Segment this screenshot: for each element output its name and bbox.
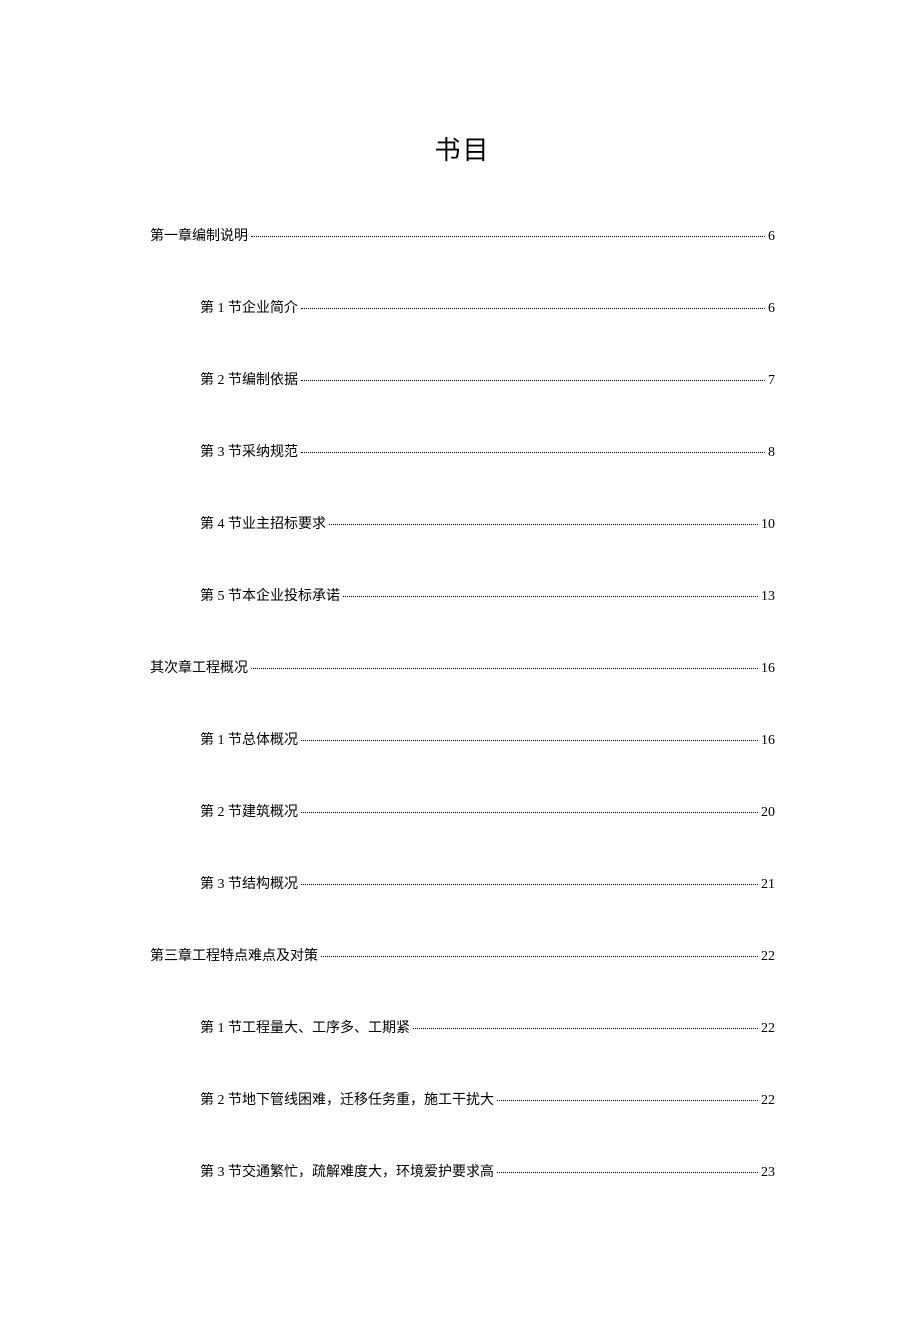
- toc-dots: [329, 524, 758, 525]
- toc-dots: [301, 812, 758, 813]
- toc-list: 第一章编制说明 6 第 1 节企业简介 6 第 2 节编制依据 7 第 3 节采…: [150, 225, 775, 1181]
- toc-entry: 第 3 节结构概况 21: [150, 873, 775, 893]
- toc-page: 10: [761, 517, 775, 533]
- toc-page: 22: [761, 949, 775, 965]
- toc-label: 其次章工程概况: [150, 657, 248, 677]
- toc-page: 8: [768, 445, 775, 461]
- toc-entry: 第 2 节地下管线困难，迁移任务重，施工干扰大 22: [150, 1089, 775, 1109]
- toc-entry: 第 3 节交通繁忙，疏解难度大，环境爱护要求高 23: [150, 1161, 775, 1181]
- toc-label: 第 2 节建筑概况: [200, 801, 298, 821]
- toc-dots: [497, 1172, 758, 1173]
- toc-page: 20: [761, 805, 775, 821]
- toc-page: 22: [761, 1021, 775, 1037]
- toc-dots: [251, 668, 758, 669]
- toc-entry: 第三章工程特点难点及对策 22: [150, 945, 775, 965]
- toc-label: 第 2 节编制依据: [200, 369, 298, 389]
- toc-page: 6: [768, 301, 775, 317]
- toc-page: 16: [761, 661, 775, 677]
- toc-label: 第 2 节地下管线困难，迁移任务重，施工干扰大: [200, 1089, 494, 1109]
- toc-page: 16: [761, 733, 775, 749]
- toc-label: 第 1 节工程量大、工序多、工期紧: [200, 1017, 410, 1037]
- toc-dots: [343, 596, 758, 597]
- toc-entry: 第 4 节业主招标要求 10: [150, 513, 775, 533]
- toc-page: 22: [761, 1093, 775, 1109]
- toc-entry: 第 1 节工程量大、工序多、工期紧 22: [150, 1017, 775, 1037]
- toc-entry: 第 1 节企业简介 6: [150, 297, 775, 317]
- page-title: 书目: [150, 130, 775, 167]
- toc-label: 第一章编制说明: [150, 225, 248, 245]
- toc-page: 23: [761, 1165, 775, 1181]
- toc-dots: [301, 452, 765, 453]
- toc-page: 7: [768, 373, 775, 389]
- toc-label: 第 3 节采纳规范: [200, 441, 298, 461]
- toc-page: 6: [768, 229, 775, 245]
- toc-label: 第 1 节企业简介: [200, 297, 298, 317]
- toc-dots: [413, 1028, 758, 1029]
- toc-label: 第三章工程特点难点及对策: [150, 945, 318, 965]
- toc-label: 第 5 节本企业投标承诺: [200, 585, 340, 605]
- page-container: 书目 第一章编制说明 6 第 1 节企业简介 6 第 2 节编制依据 7 第 3…: [0, 0, 920, 1333]
- toc-dots: [321, 956, 758, 957]
- toc-label: 第 4 节业主招标要求: [200, 513, 326, 533]
- toc-entry: 第 2 节编制依据 7: [150, 369, 775, 389]
- toc-label: 第 1 节总体概况: [200, 729, 298, 749]
- toc-label: 第 3 节结构概况: [200, 873, 298, 893]
- toc-dots: [301, 380, 765, 381]
- toc-dots: [301, 308, 765, 309]
- toc-entry: 第 2 节建筑概况 20: [150, 801, 775, 821]
- toc-entry: 第 3 节采纳规范 8: [150, 441, 775, 461]
- toc-label: 第 3 节交通繁忙，疏解难度大，环境爱护要求高: [200, 1161, 494, 1181]
- toc-entry: 第 5 节本企业投标承诺 13: [150, 585, 775, 605]
- toc-entry: 其次章工程概况 16: [150, 657, 775, 677]
- toc-entry: 第 1 节总体概况 16: [150, 729, 775, 749]
- toc-dots: [301, 884, 758, 885]
- toc-dots: [497, 1100, 758, 1101]
- toc-page: 21: [761, 877, 775, 893]
- toc-dots: [251, 236, 765, 237]
- toc-dots: [301, 740, 758, 741]
- toc-entry: 第一章编制说明 6: [150, 225, 775, 245]
- toc-page: 13: [761, 589, 775, 605]
